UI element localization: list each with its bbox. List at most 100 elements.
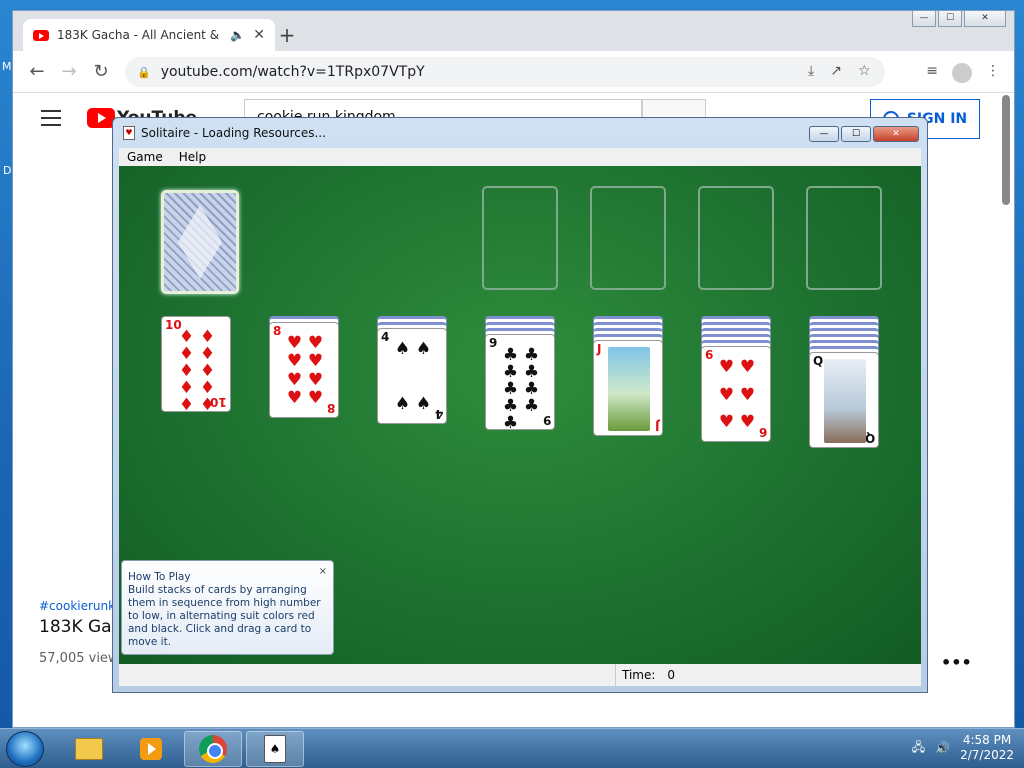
face-up-card[interactable]: 6 6 ♥ ♥ ♥ ♥ ♥ ♥ <box>701 346 771 442</box>
tooltip-title: How To Play <box>128 571 191 583</box>
desktop-edge-text: M <box>2 60 12 73</box>
suit-pip-icon: ♥ <box>307 333 324 353</box>
desktop-edge-text: D <box>3 164 12 177</box>
tab-title: 183K Gacha - All Ancient & | <box>57 28 223 42</box>
foundation-slot[interactable] <box>590 186 666 290</box>
install-icon[interactable]: ⤓ <box>808 63 814 79</box>
card-pips: ♦ ♦ ♦ ♦ ♦ ♦ ♦ ♦ ♦ ♦ <box>176 329 218 414</box>
profile-avatar-icon[interactable] <box>952 63 972 83</box>
time-label: Time: <box>622 668 656 682</box>
hamburger-menu-icon[interactable] <box>41 110 61 131</box>
solitaire-close-button[interactable]: ✕ <box>873 126 919 142</box>
lock-icon[interactable]: 🔒 <box>137 66 151 79</box>
speaker-icon[interactable]: 🔈 <box>230 28 245 42</box>
suit-pip-icon: ♥ <box>286 387 303 408</box>
solitaire-title: Solitaire - Loading Resources... <box>141 126 326 140</box>
menu-kebab-icon[interactable]: ⋮ <box>986 63 1000 83</box>
media-player-icon <box>140 738 162 760</box>
face-up-card[interactable]: 8 8 ♥ ♥ ♥ ♥ ♥ ♥ ♥ ♥ <box>269 322 339 418</box>
face-up-card[interactable]: 10 10 ♦ ♦ ♦ ♦ ♦ ♦ ♦ ♦ ♦ ♦ <box>161 316 231 414</box>
taskbar-solitaire[interactable]: ♠ <box>246 731 304 767</box>
new-tab-button[interactable]: + <box>275 23 299 47</box>
suit-pip-icon: ♥ <box>739 384 756 405</box>
card-rank-bottom: 8 <box>326 401 335 415</box>
card-rank-bottom: J <box>654 419 659 433</box>
suit-pip-icon: ♥ <box>307 387 324 408</box>
maximize-button[interactable]: ☐ <box>938 11 962 27</box>
card-pips: ♠ ♠ ♠ ♠ <box>392 341 434 413</box>
clock[interactable]: 4:58 PM 2/7/2022 <box>960 733 1014 763</box>
browser-actions: ≡ ⋮ <box>926 63 1000 83</box>
face-up-card[interactable]: 9 9 ♣ ♣ ♣ ♣ ♣ ♣ ♣ ♣ ♣ <box>485 334 555 432</box>
window-controls: — ☐ ✕ <box>912 11 1006 27</box>
minimize-button[interactable]: — <box>912 11 936 27</box>
card-rank-top: 8 <box>273 324 282 338</box>
solitaire-app-icon: ♥ <box>123 126 135 140</box>
face-card-art <box>824 359 866 443</box>
volume-icon[interactable]: 🔊 <box>935 741 950 755</box>
taskbar-media-player[interactable] <box>122 731 180 767</box>
solitaire-statusbar: Time: 0 <box>119 664 921 686</box>
card-rank-top: Q <box>813 354 824 368</box>
foundation-slot[interactable] <box>482 186 558 290</box>
browser-toolbar: ← → ↻ 🔒 youtube.com/watch?v=1TRpx07VTpY … <box>13 51 1014 93</box>
folder-icon <box>75 738 103 760</box>
stock-pile[interactable] <box>161 190 239 294</box>
suit-pip-icon: ♥ <box>718 357 735 377</box>
back-icon[interactable]: ← <box>21 61 53 82</box>
video-views: 57,005 view <box>39 651 119 666</box>
clock-date: 2/7/2022 <box>960 748 1014 762</box>
suit-pip-icon: ♥ <box>718 412 735 432</box>
card-pips: ♥ ♥ ♥ ♥ ♥ ♥ ♥ ♥ <box>284 335 326 407</box>
taskbar: ♠ 🖧 🔊 4:58 PM 2/7/2022 <box>0 728 1024 768</box>
address-bar[interactable]: 🔒 youtube.com/watch?v=1TRpx07VTpY <box>125 57 885 87</box>
page-scrollbar[interactable] <box>1002 95 1010 205</box>
taskbar-explorer[interactable] <box>60 731 118 767</box>
card-rank-bottom: 9 <box>542 413 551 427</box>
suit-pip-icon: ♣ <box>523 396 540 416</box>
suit-pip-icon: ♠ <box>394 339 411 359</box>
forward-icon[interactable]: → <box>53 61 85 82</box>
solitaire-window-controls: — ☐ ✕ <box>809 126 919 142</box>
tooltip-close-icon[interactable]: × <box>319 565 327 578</box>
card-pips: ♥ ♥ ♥ ♥ ♥ ♥ <box>716 359 758 431</box>
foundation-slot[interactable] <box>698 186 774 290</box>
system-tray: 🖧 🔊 4:58 PM 2/7/2022 <box>912 733 1014 763</box>
foundation-slot[interactable] <box>806 186 882 290</box>
media-control-icon[interactable]: ≡ <box>926 63 938 83</box>
card-pips: ♣ ♣ ♣ ♣ ♣ ♣ ♣ ♣ ♣ <box>500 347 542 432</box>
card-rank-top: 9 <box>489 336 498 350</box>
face-up-card[interactable]: QQ <box>809 352 879 448</box>
bookmark-star-icon[interactable]: ☆ <box>858 63 871 79</box>
solitaire-titlebar[interactable]: ♥ Solitaire - Loading Resources... <box>113 118 927 148</box>
card-rank-top: 6 <box>705 348 714 362</box>
network-icon[interactable]: 🖧 <box>912 738 925 759</box>
menu-help[interactable]: Help <box>171 148 214 166</box>
solitaire-minimize-button[interactable]: — <box>809 126 839 142</box>
menu-game[interactable]: Game <box>119 148 171 166</box>
face-up-card[interactable]: JJ <box>593 340 663 436</box>
face-up-card[interactable]: 4 4 ♠ ♠ ♠ ♠ <box>377 328 447 424</box>
suit-pip-icon: ♥ <box>718 384 735 405</box>
youtube-favicon-icon <box>33 29 49 41</box>
share-icon[interactable]: ↗ <box>830 63 842 79</box>
suit-pip-icon: ♠ <box>415 339 432 359</box>
suit-pip-icon: ♥ <box>286 333 303 353</box>
suit-pip-icon: ♥ <box>307 351 324 372</box>
reload-icon[interactable]: ↻ <box>85 61 117 82</box>
suit-pip-icon: ♥ <box>739 357 756 377</box>
more-actions-button[interactable]: ••• <box>941 653 972 672</box>
suit-pip-icon: ♣ <box>502 413 519 433</box>
close-button[interactable]: ✕ <box>964 11 1006 27</box>
solitaire-menubar: Game Help <box>119 148 921 166</box>
solitaire-maximize-button[interactable]: ☐ <box>841 126 871 142</box>
taskbar-chrome[interactable] <box>184 731 242 767</box>
tooltip-body: Build stacks of cards by arranging them … <box>128 584 321 648</box>
close-tab-icon[interactable]: ✕ <box>253 27 265 43</box>
suit-pip-icon: ♥ <box>739 412 756 432</box>
suit-pip-icon: ♠ <box>394 394 411 414</box>
browser-tab[interactable]: 183K Gacha - All Ancient & | 🔈 ✕ <box>23 19 275 51</box>
start-button[interactable] <box>6 731 44 767</box>
video-title: 183K Gac <box>39 617 121 637</box>
suit-pip-icon: ♠ <box>415 394 432 414</box>
